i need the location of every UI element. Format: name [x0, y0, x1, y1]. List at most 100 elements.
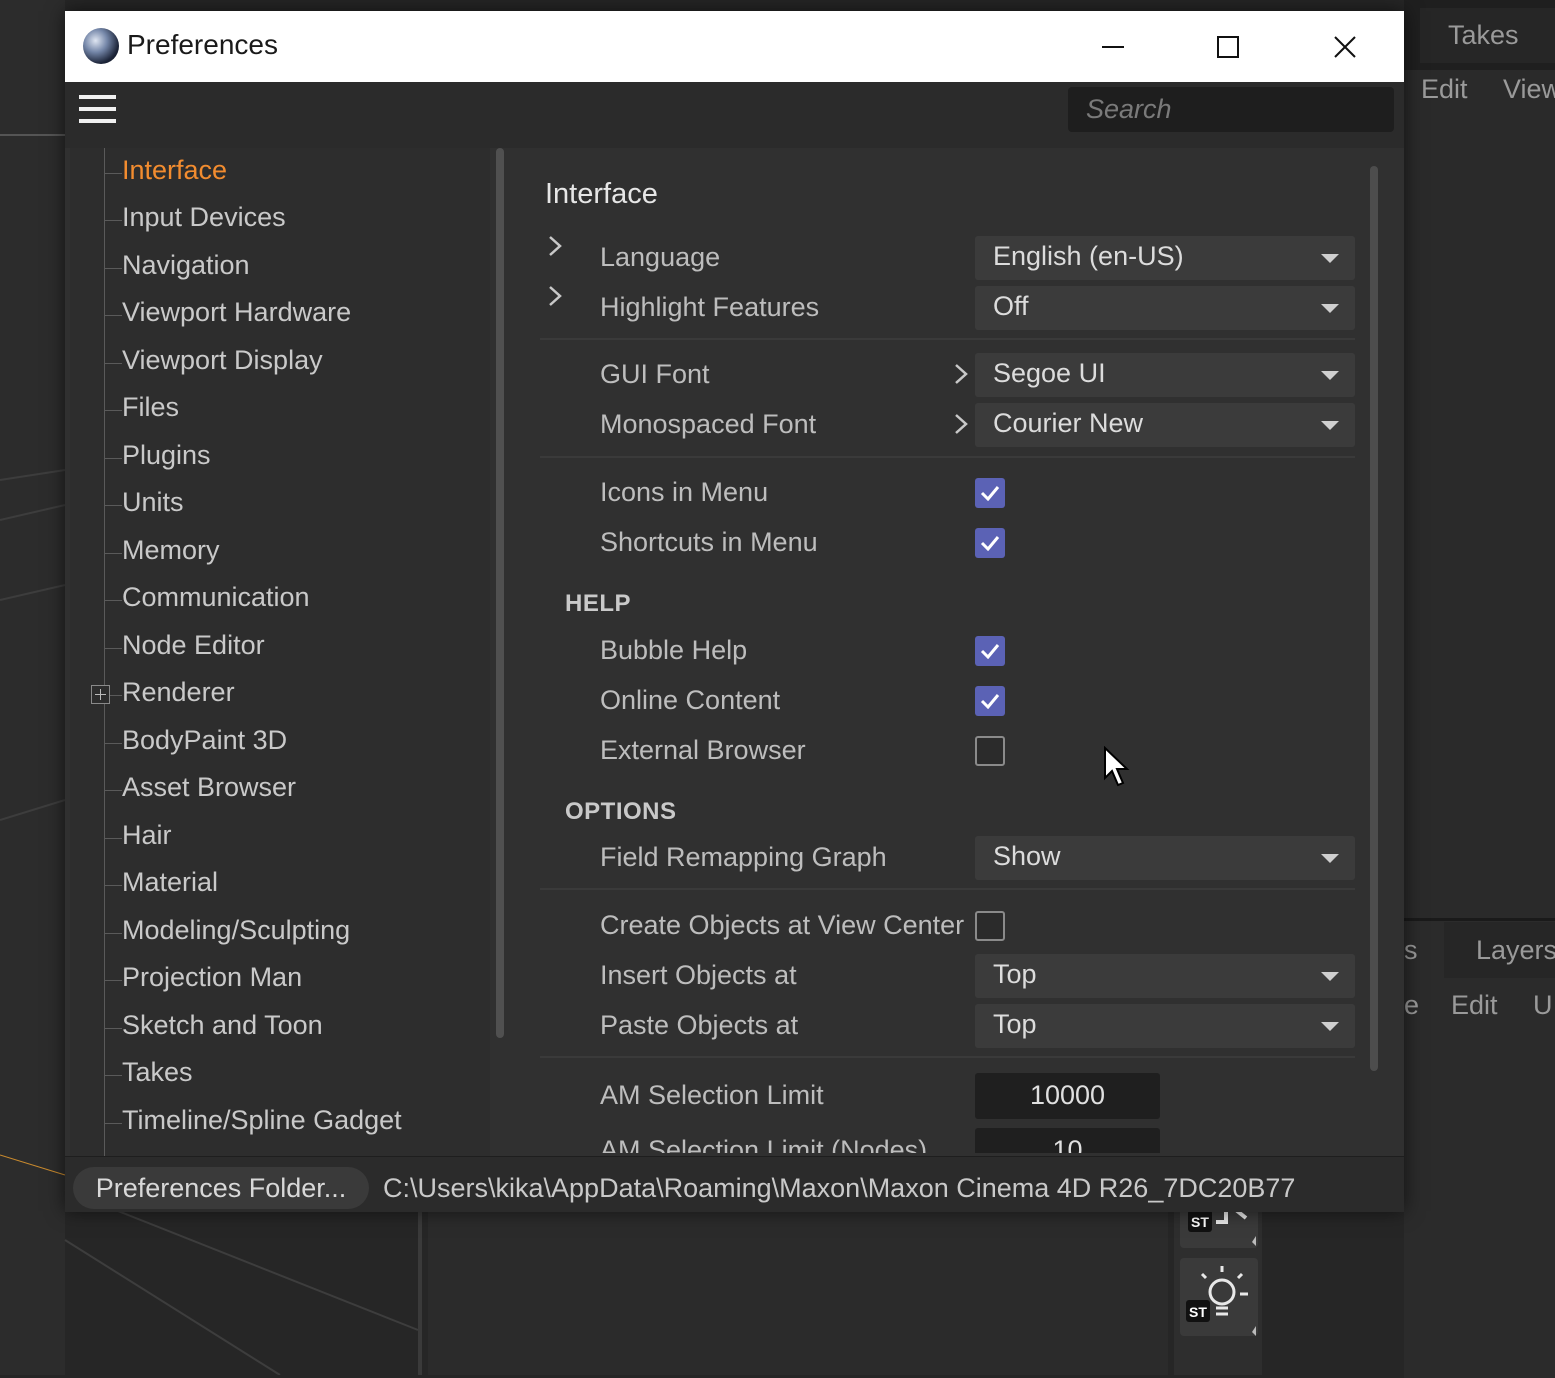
dropdown-arrow-icon — [1321, 421, 1339, 430]
expand-plus-icon[interactable] — [91, 685, 110, 704]
preferences-path: C:\Users\kika\AppData\Roaming\Maxon\Maxo… — [383, 1173, 1296, 1203]
tab-layers-label[interactable]: Layers — [1476, 935, 1555, 966]
am-selection-limit-label: AM Selection Limit — [600, 1080, 824, 1110]
gui-font-dropdown[interactable]: Segoe UI — [975, 353, 1355, 397]
monospaced-font-label: Monospaced Font — [600, 409, 817, 439]
section-title: Interface — [545, 178, 658, 210]
insert-objects-at-dropdown[interactable]: Top — [975, 954, 1355, 998]
preferences-dialog: Preferences Interface Input Devices Navi… — [65, 11, 1404, 1212]
window-title: Preferences — [127, 29, 278, 60]
minimize-button[interactable] — [1055, 11, 1171, 82]
right-panel — [1404, 0, 1555, 920]
sidebar-item-label: Sketch and Toon — [122, 1010, 323, 1040]
external-browser-checkbox[interactable] — [975, 736, 1005, 766]
am-selection-limit-value: 10000 — [1029, 1080, 1106, 1110]
sidebar-item-label: Communication — [122, 582, 310, 612]
monospaced-font-value: Courier New — [993, 408, 1144, 438]
minimize-icon — [1102, 45, 1124, 48]
sidebar-item-label: Timeline/Spline Gadget — [122, 1105, 402, 1135]
hamburger-icon[interactable] — [79, 95, 117, 125]
create-objects-at-view-center-checkbox[interactable] — [975, 911, 1005, 941]
svg-text:ST: ST — [1191, 1214, 1209, 1230]
sidebar-item-label: Asset Browser — [122, 772, 297, 802]
sidebar-item-label: Material — [122, 867, 219, 897]
online-content-checkbox[interactable] — [975, 686, 1005, 716]
preferences-folder-label: Preferences Folder... — [95, 1173, 347, 1203]
tab-partial-label[interactable]: s — [1404, 935, 1418, 966]
sidebar-item-label: BodyPaint 3D — [122, 725, 288, 755]
language-dropdown[interactable]: English (en-US) — [975, 236, 1355, 280]
insert-objects-at-label: Insert Objects at — [600, 960, 797, 990]
menu-edit-layers[interactable]: Edit — [1451, 990, 1498, 1021]
sidebar-scrollbar[interactable] — [496, 148, 504, 1038]
category-tree: Interface Input Devices Navigation Viewp… — [70, 148, 490, 1158]
sidebar-item-label: Node Editor — [122, 630, 265, 660]
field-remapping-graph-label: Field Remapping Graph — [600, 842, 887, 872]
am-selection-limit-nodes-label: AM Selection Limit (Nodes) — [600, 1135, 928, 1153]
field-remapping-graph-dropdown[interactable]: Show — [975, 836, 1355, 880]
chevron-right-icon[interactable] — [953, 363, 969, 385]
monospaced-font-dropdown[interactable]: Courier New — [975, 403, 1355, 447]
create-objects-at-view-center-label: Create Objects at View Center — [600, 910, 965, 940]
dropdown-arrow-icon — [1321, 854, 1339, 863]
divider — [540, 338, 1355, 340]
divider — [540, 1056, 1355, 1058]
settings-scrollbar[interactable] — [1370, 166, 1378, 1071]
maximize-icon — [1217, 35, 1239, 58]
am-selection-limit-field[interactable]: 10000 — [975, 1073, 1160, 1119]
sidebar-item-label: Units — [122, 487, 184, 517]
tab-takes-label[interactable]: Takes — [1448, 20, 1519, 51]
sidebar-item-label: Modeling/Sculpting — [122, 915, 351, 945]
menu-edit[interactable]: Edit — [1421, 74, 1468, 105]
gui-font-label: GUI Font — [600, 359, 710, 389]
search-input[interactable] — [1068, 87, 1394, 132]
dropdown-arrow-icon — [1321, 371, 1339, 380]
insert-objects-at-value: Top — [993, 959, 1037, 989]
chevron-right-icon[interactable] — [547, 235, 563, 257]
divider — [540, 888, 1355, 890]
panel-separator — [418, 1210, 422, 1375]
am-selection-limit-nodes-value: 10 — [1052, 1135, 1083, 1153]
options-group-header: OPTIONS — [565, 798, 677, 825]
paste-objects-at-value: Top — [993, 1009, 1037, 1039]
sidebar-item-label: Hair — [122, 820, 172, 850]
highlight-features-label: Highlight Features — [600, 292, 820, 322]
maximize-button[interactable] — [1170, 11, 1286, 82]
chevron-right-icon[interactable] — [547, 285, 563, 307]
close-icon — [1334, 35, 1356, 58]
st-light-icon: ST — [1186, 1266, 1256, 1336]
sidebar-item-label: Viewport Display — [122, 345, 323, 375]
sidebar-item-label: Projection Man — [122, 962, 303, 992]
menu-view[interactable]: View — [1503, 74, 1555, 105]
sidebar-item-label: Navigation — [122, 250, 250, 280]
close-button[interactable] — [1287, 11, 1403, 82]
sidebar-item-label: Plugins — [122, 440, 211, 470]
icons-in-menu-checkbox[interactable] — [975, 478, 1005, 508]
divider — [540, 456, 1355, 458]
highlight-features-value: Off — [993, 291, 1029, 321]
shortcuts-in-menu-label: Shortcuts in Menu — [600, 527, 818, 557]
chevron-right-icon[interactable] — [953, 413, 969, 435]
icons-in-menu-label: Icons in Menu — [600, 477, 769, 507]
help-group-header: HELP — [565, 590, 632, 617]
menu-partial-u[interactable]: U — [1533, 990, 1553, 1021]
menu-partial-e[interactable]: e — [1404, 990, 1419, 1021]
preferences-folder-button[interactable]: Preferences Folder... — [73, 1167, 369, 1209]
am-selection-limit-nodes-field[interactable]: 10 — [975, 1128, 1160, 1153]
highlight-features-dropdown[interactable]: Off — [975, 286, 1355, 330]
tool-button-st-light[interactable]: ST — [1180, 1258, 1258, 1336]
shortcuts-in-menu-checkbox[interactable] — [975, 528, 1005, 558]
mouse-cursor-icon — [1104, 746, 1130, 787]
bubble-help-checkbox[interactable] — [975, 636, 1005, 666]
field-remapping-graph-value: Show — [993, 841, 1061, 871]
language-value: English (en-US) — [993, 241, 1184, 271]
search-box[interactable] — [1068, 87, 1394, 132]
layers-panel — [1404, 918, 1555, 1378]
sidebar-item-label: Viewport Hardware — [122, 297, 352, 327]
sidebar-item-label: Files — [122, 392, 180, 422]
dialog-toolbar — [65, 82, 1404, 148]
dialog-footer: Preferences Folder... C:\Users\kika\AppD… — [65, 1156, 1404, 1212]
paste-objects-at-label: Paste Objects at — [600, 1010, 799, 1040]
title-bar[interactable]: Preferences — [65, 11, 1404, 82]
paste-objects-at-dropdown[interactable]: Top — [975, 1004, 1355, 1048]
